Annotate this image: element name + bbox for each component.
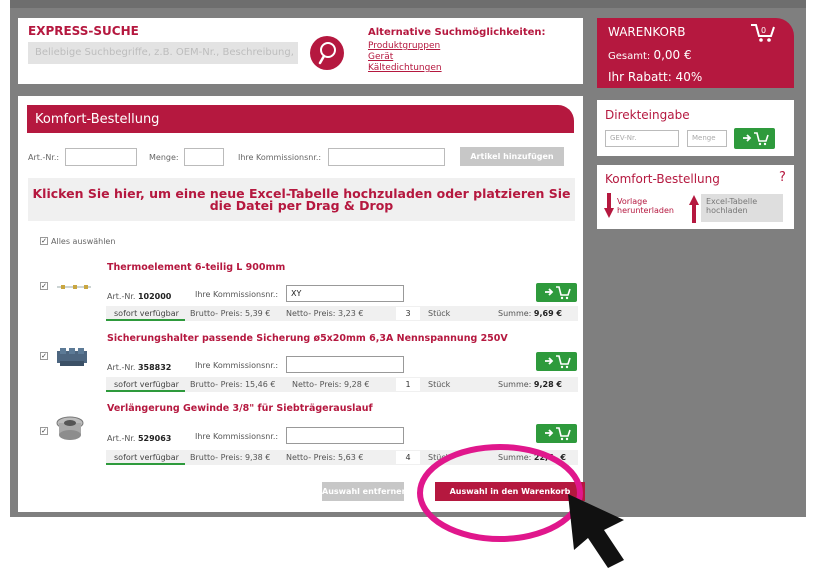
cart-total-value: 0,00 € — [653, 48, 692, 62]
netto-price: Netto- Preis: 9,28 € — [292, 380, 370, 389]
item-title[interactable]: Verlängerung Gewinde 3/8" für Siebträger… — [107, 403, 373, 414]
item-komm-label: Ihre Kommissionsnr.: — [195, 361, 279, 370]
brutto-price: Brutto- Preis: 5,39 € — [190, 309, 271, 318]
add-to-cart-icon — [545, 286, 571, 300]
upload-excel-label: Excel-Tabelle hochladen — [706, 197, 758, 215]
item-komm-input[interactable] — [286, 356, 404, 373]
cart-total: Gesamt: 0,00 € — [608, 48, 692, 62]
add-article-button[interactable]: Artikel hinzufügen — [460, 147, 564, 166]
menge-input[interactable] — [184, 148, 224, 166]
brutto-price: Brutto- Preis: 9,38 € — [190, 453, 271, 462]
menge-label: Menge: — [149, 153, 179, 162]
art-no-value: 529063 — [137, 434, 172, 443]
remove-selection-button[interactable]: Auswahl entfernen — [322, 482, 404, 501]
direct-add-to-cart-button[interactable] — [734, 128, 775, 149]
item-info-bar: sofort verfügbar Brutto- Preis: 15,46 € … — [106, 377, 578, 392]
sum-label: Summe: — [498, 380, 532, 389]
komm-label: Ihre Kommissionsnr.: — [238, 153, 322, 162]
direct-quantity-input[interactable]: Menge — [687, 130, 727, 147]
svg-text:0: 0 — [761, 26, 766, 35]
item-title[interactable]: Sicherungshalter passende Sicherung ø5x2… — [107, 333, 508, 344]
search-icon — [318, 42, 336, 65]
quantity-input[interactable]: 3 — [396, 307, 420, 320]
item-komm-input[interactable] — [286, 427, 404, 444]
cart-discount: Ihr Rabatt: 40% — [608, 70, 703, 84]
netto-price: Netto- Preis: 5,63 € — [286, 453, 364, 462]
item-title[interactable]: Thermoelement 6-teilig L 900mm — [107, 262, 285, 273]
cart-title: WARENKORB — [608, 25, 686, 39]
product-image-fuse-holder — [57, 348, 87, 366]
unit-label: Stück — [428, 309, 451, 318]
sum-value: 9,28 € — [533, 380, 562, 389]
item-checkbox[interactable]: ✓ — [40, 352, 48, 360]
express-search-panel: EXPRESS-SUCHE Beliebige Suchbegriffe, z.… — [18, 18, 583, 84]
cart-total-label: Gesamt: — [608, 51, 651, 62]
link-produktgruppen[interactable]: Produktgruppen — [368, 41, 440, 51]
art-no-value: 102000 — [137, 292, 172, 301]
sum-value: 9,69 € — [533, 309, 562, 318]
mouse-pointer-icon — [568, 494, 624, 568]
item-komm-input[interactable]: XY — [286, 285, 404, 302]
select-all-checkbox[interactable]: ✓ — [40, 237, 48, 245]
arrow-up-icon — [689, 195, 699, 223]
alt-search-title: Alternative Suchmöglichkeiten: — [368, 27, 546, 38]
item-sum: Summe: 9,69 € — [498, 309, 562, 318]
arrow-down-icon — [604, 193, 614, 218]
availability-status: sofort verfügbar — [106, 306, 185, 321]
direct-entry-title: Direkteingabe — [605, 108, 690, 122]
product-image-extension — [56, 416, 84, 440]
gev-number-input[interactable]: GEV-Nr. — [605, 130, 679, 147]
express-search-input[interactable]: Beliebige Suchbegriffe, z.B. OEM-Nr., Be… — [28, 42, 298, 64]
item-komm-label: Ihre Kommissionsnr.: — [195, 290, 279, 299]
item-sum: Summe: 9,28 € — [498, 380, 562, 389]
art-no-value: 358832 — [137, 363, 172, 372]
item-info-bar: sofort verfügbar Brutto- Preis: 5,39 € N… — [106, 306, 578, 321]
cart-panel[interactable]: WARENKORB 0 Gesamt: 0,00 € Ihr Rabatt: 4… — [597, 18, 794, 88]
brutto-price: Brutto- Preis: 15,46 € — [190, 380, 276, 389]
item-checkbox[interactable]: ✓ — [40, 427, 48, 435]
sum-label: Summe: — [498, 309, 532, 318]
top-bar — [10, 0, 806, 8]
unit-label: Stück — [428, 380, 451, 389]
komfort-order-title: Komfort-Bestellung — [27, 105, 574, 133]
item-add-to-cart-button[interactable] — [536, 352, 577, 371]
upload-excel-button[interactable]: Excel-Tabelle hochladen — [701, 194, 783, 222]
art-no-input[interactable] — [65, 148, 137, 166]
download-template-link[interactable]: Vorlage herunterladen — [617, 197, 687, 215]
availability-status: sofort verfügbar — [106, 450, 185, 465]
komfort-side-title: Komfort-Bestellung — [605, 172, 720, 186]
art-no-label: Art.-Nr. — [107, 292, 136, 301]
cart-icon: 0 — [751, 24, 775, 42]
item-checkbox[interactable]: ✓ — [40, 282, 48, 290]
komfort-side-panel: Komfort-Bestellung ? Vorlage herunterlad… — [597, 165, 794, 229]
select-all-label: Alles auswählen — [51, 237, 116, 246]
help-icon[interactable]: ? — [779, 170, 786, 185]
product-image-thermocouple — [57, 285, 91, 289]
item-art-no: Art.-Nr. 358832 — [107, 363, 171, 372]
link-geraet[interactable]: Gerät — [368, 52, 393, 62]
add-to-cart-icon — [743, 132, 769, 146]
art-no-label: Art.-Nr. — [107, 434, 136, 443]
add-to-cart-icon — [545, 355, 571, 369]
art-no-label: Art.-Nr.: — [28, 153, 60, 162]
search-button[interactable] — [310, 36, 344, 70]
highlight-ellipse — [417, 444, 583, 542]
art-no-label: Art.-Nr. — [107, 363, 136, 372]
komm-input[interactable] — [328, 148, 445, 166]
quantity-input[interactable]: 1 — [396, 378, 420, 391]
excel-upload-dropzone[interactable]: Klicken Sie hier, um eine neue Excel-Tab… — [28, 178, 575, 221]
link-kaeltedichtungen[interactable]: Kältedichtungen — [368, 63, 442, 73]
item-add-to-cart-button[interactable] — [536, 283, 577, 302]
item-art-no: Art.-Nr. 102000 — [107, 292, 171, 301]
item-art-no: Art.-Nr. 529063 — [107, 434, 171, 443]
item-komm-label: Ihre Kommissionsnr.: — [195, 432, 279, 441]
netto-price: Netto- Preis: 3,23 € — [286, 309, 364, 318]
direct-entry-panel: Direkteingabe GEV-Nr. Menge — [597, 100, 794, 156]
express-search-title: EXPRESS-SUCHE — [28, 24, 139, 38]
availability-status: sofort verfügbar — [106, 377, 185, 392]
